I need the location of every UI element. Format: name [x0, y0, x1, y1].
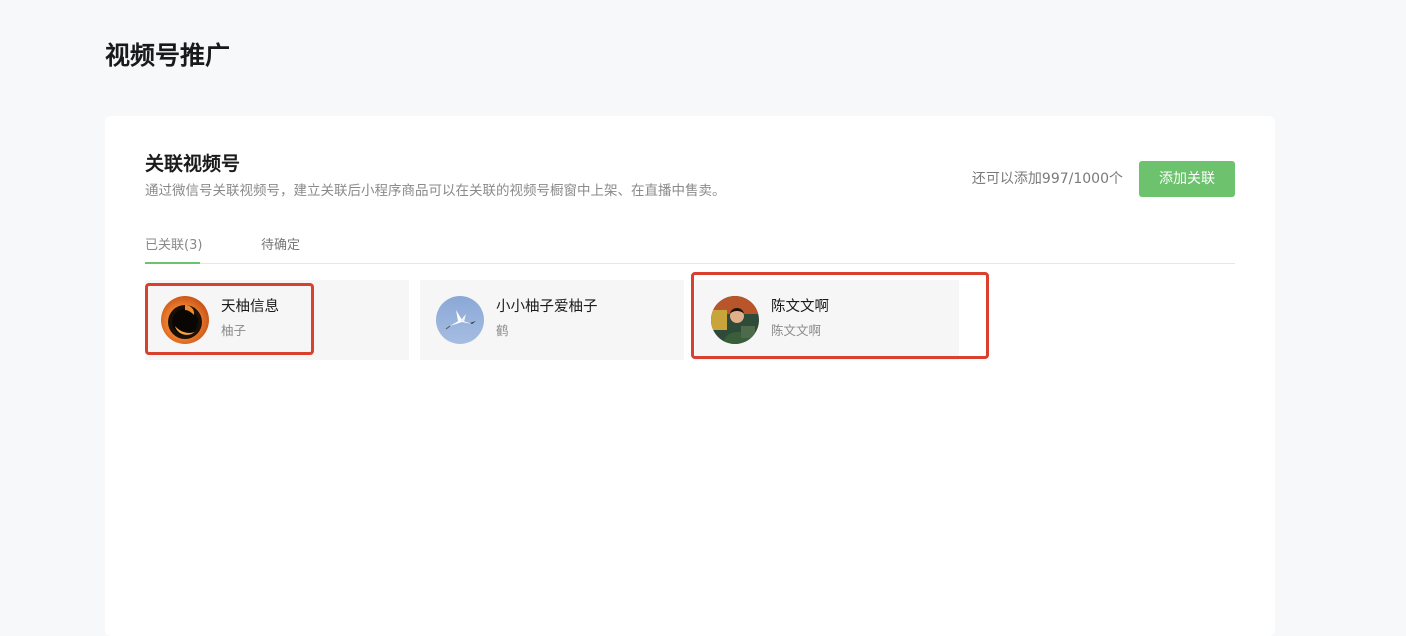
account-card[interactable]: 陈文文啊 陈文文啊: [695, 280, 959, 360]
account-subtitle: 柚子: [221, 323, 247, 338]
person-photo-avatar: [711, 296, 759, 344]
page-title: 视频号推广: [105, 41, 231, 70]
add-link-button[interactable]: 添加关联: [1139, 161, 1235, 197]
section-title: 关联视频号: [145, 153, 241, 175]
crane-sky-avatar: [436, 296, 484, 344]
account-name: 小小柚子爱柚子: [496, 299, 598, 315]
account-name: 陈文文啊: [771, 299, 829, 315]
account-card[interactable]: 天柚信息 柚子: [145, 280, 409, 360]
tab-linked[interactable]: 已关联(3): [145, 235, 202, 264]
account-subtitle: 陈文文啊: [771, 323, 822, 338]
account-card[interactable]: 小小柚子爱柚子 鹤: [420, 280, 684, 360]
section-description: 通过微信号关联视频号，建立关联后小程序商品可以在关联的视频号橱窗中上架、在直播中…: [145, 183, 726, 199]
quota-text: 还可以添加997/1000个: [971, 171, 1123, 187]
account-name: 天柚信息: [221, 299, 279, 315]
tab-pending[interactable]: 待确定: [261, 235, 300, 264]
account-subtitle: 鹤: [496, 323, 509, 338]
linked-channels-panel: 关联视频号 通过微信号关联视频号，建立关联后小程序商品可以在关联的视频号橱窗中上…: [105, 116, 1275, 636]
tab-bar: 已关联(3) 待确定: [145, 235, 1235, 264]
orange-fruit-avatar: [161, 296, 209, 344]
